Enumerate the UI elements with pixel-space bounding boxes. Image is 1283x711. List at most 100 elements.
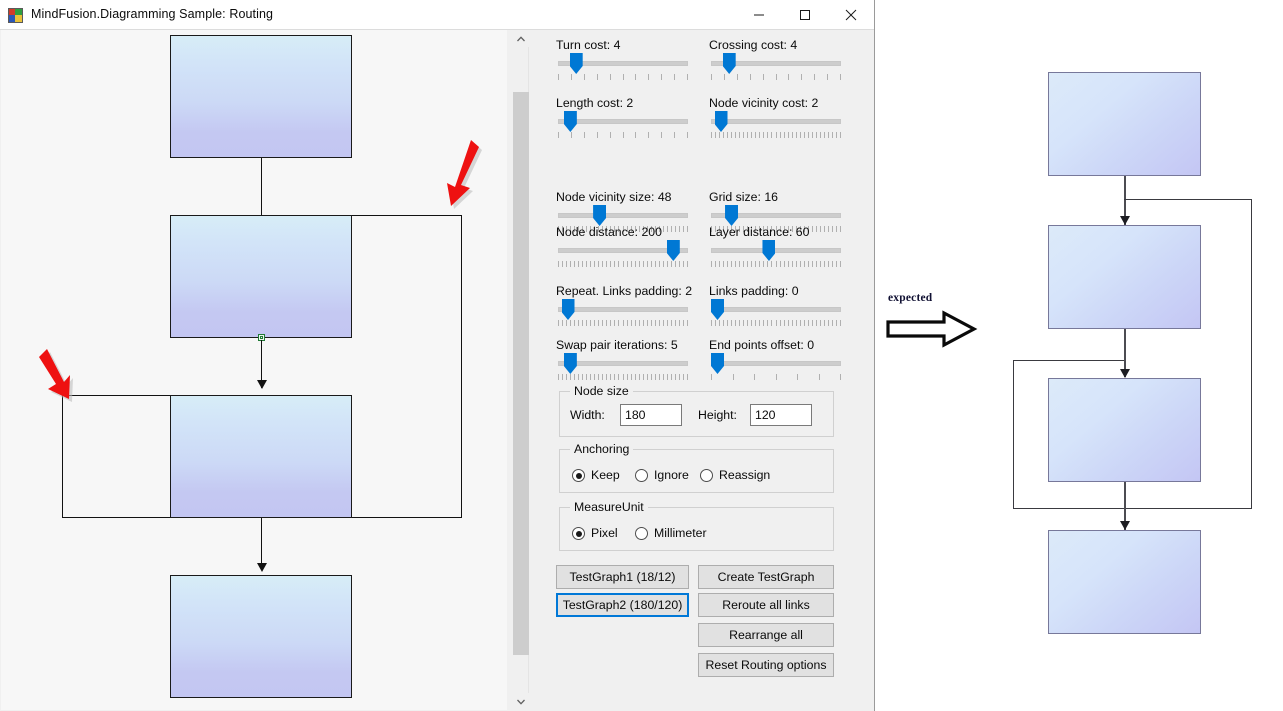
slider-label: Swap pair iterations: 5 xyxy=(556,338,678,352)
slider-thumb[interactable] xyxy=(762,240,776,261)
title-bar: MindFusion.Diagramming Sample: Routing xyxy=(0,0,874,30)
screen-root: MindFusion.Diagramming Sample: Routing T… xyxy=(0,0,1283,711)
radio-label: Reassign xyxy=(719,468,771,482)
slider-thumb[interactable] xyxy=(569,53,583,74)
radio-mark-icon xyxy=(635,527,648,540)
expected-link-routed xyxy=(1251,199,1252,509)
node-size-title: Node size xyxy=(570,384,633,398)
link-arrowhead xyxy=(257,380,267,389)
panel-scrollbar[interactable] xyxy=(512,30,529,710)
slider-thumb[interactable] xyxy=(714,111,728,132)
slider-ticks xyxy=(711,261,841,267)
slider-thumb[interactable] xyxy=(563,353,577,374)
slider-track[interactable] xyxy=(711,248,841,253)
slider-label: Links padding: 0 xyxy=(709,284,799,298)
slider-label: Turn cost: 4 xyxy=(556,38,621,52)
slider-ticks xyxy=(711,374,841,380)
slider-ticks xyxy=(558,374,688,380)
anchoring-title: Anchoring xyxy=(570,442,634,456)
panel-body: Turn cost: 4 Crossing cost: 4 Length cos… xyxy=(529,30,874,710)
slider-track[interactable] xyxy=(558,213,688,218)
expected-link-arrowhead xyxy=(1120,216,1130,225)
slider-thumb[interactable] xyxy=(711,299,724,320)
node-size-groupbox: Node size Width: Height: xyxy=(559,384,834,437)
height-input[interactable] xyxy=(750,404,812,426)
window-title: MindFusion.Diagramming Sample: Routing xyxy=(31,7,274,21)
slider-ticks xyxy=(558,320,688,326)
diagram-node[interactable] xyxy=(170,35,352,158)
routing-options-panel: Turn cost: 4 Crossing cost: 4 Length cos… xyxy=(512,30,874,710)
expected-arrow-icon xyxy=(886,310,978,353)
routing-diagram-canvas[interactable] xyxy=(1,30,507,710)
expected-reference-area: expected xyxy=(876,0,1283,711)
diagram-node[interactable] xyxy=(170,215,352,338)
reset-routing-options-button[interactable]: Reset Routing options xyxy=(698,653,834,677)
radio-mark-icon xyxy=(635,469,648,482)
scroll-thumb[interactable] xyxy=(513,92,529,655)
slider-label: Layer distance: 60 xyxy=(709,225,810,239)
app-icon xyxy=(8,8,23,23)
expected-link-arrowhead xyxy=(1120,521,1130,530)
testgraph2-button[interactable]: TestGraph2 (180/120) xyxy=(556,593,689,617)
radio-label: Ignore xyxy=(654,468,689,482)
slider-thumb[interactable] xyxy=(722,53,736,74)
diagram-link-routed[interactable] xyxy=(461,215,462,517)
rearrange-all-button[interactable]: Rearrange all xyxy=(698,623,834,647)
slider-track[interactable] xyxy=(558,119,688,124)
radio-mark-icon xyxy=(572,527,585,540)
testgraph1-button[interactable]: TestGraph1 (18/12) xyxy=(556,565,689,589)
slider-label: Length cost: 2 xyxy=(556,96,634,110)
slider-thumb[interactable] xyxy=(593,205,607,226)
expected-label: expected xyxy=(888,292,933,304)
red-arrow-top xyxy=(438,135,488,220)
measure-unit-title: MeasureUnit xyxy=(570,500,648,514)
height-label: Height: xyxy=(698,408,737,422)
slider-ticks xyxy=(711,74,841,80)
expected-link-arrowhead xyxy=(1120,369,1130,378)
slider-thumb[interactable] xyxy=(561,299,575,320)
minimize-icon xyxy=(754,14,764,15)
slider-label: Grid size: 16 xyxy=(709,190,779,204)
slider-thumb[interactable] xyxy=(725,205,739,226)
slider-track[interactable] xyxy=(558,307,688,312)
slider-label: End points offset: 0 xyxy=(709,338,815,352)
link-arrowhead xyxy=(257,563,267,572)
width-label: Width: xyxy=(570,408,605,422)
slider-track[interactable] xyxy=(711,307,841,312)
chevron-down-icon xyxy=(516,699,525,705)
expected-link-routed xyxy=(1013,360,1014,509)
slider-ticks xyxy=(558,74,688,80)
slider-track[interactable] xyxy=(711,361,841,366)
expected-node xyxy=(1048,378,1201,482)
slider-label: Node distance: 200 xyxy=(556,225,662,239)
red-arrow-left xyxy=(29,335,79,415)
anchoring-groupbox: Anchoring Keep Ignore Reassign xyxy=(559,442,834,493)
reroute-all-links-button[interactable]: Reroute all links xyxy=(698,593,834,617)
expected-node xyxy=(1048,225,1201,329)
create-testgraph-button[interactable]: Create TestGraph xyxy=(698,565,834,589)
close-icon xyxy=(845,9,857,20)
slider-label: Node vicinity size: 48 xyxy=(556,190,672,204)
scroll-down-button[interactable] xyxy=(512,693,529,710)
diagram-node[interactable] xyxy=(170,575,352,698)
radio-mark-icon xyxy=(700,469,713,482)
width-input[interactable] xyxy=(620,404,682,426)
scroll-up-button[interactable] xyxy=(512,30,529,47)
slider-ticks xyxy=(711,132,841,138)
radio-label: Millimeter xyxy=(654,526,707,540)
slider-label: Node vicinity cost: 2 xyxy=(709,96,819,110)
maximize-button[interactable] xyxy=(782,0,828,29)
expected-link-routed xyxy=(1013,508,1252,509)
close-button[interactable] xyxy=(828,0,874,29)
slider-track[interactable] xyxy=(558,361,688,366)
slider-thumb[interactable] xyxy=(711,353,724,374)
slider-thumb[interactable] xyxy=(666,240,680,261)
application-window: MindFusion.Diagramming Sample: Routing T… xyxy=(0,0,875,711)
radio-mark-icon xyxy=(572,469,585,482)
diagram-node[interactable] xyxy=(170,395,352,518)
slider-thumb[interactable] xyxy=(563,111,577,132)
expected-link-routed xyxy=(1124,199,1252,200)
slider-track[interactable] xyxy=(711,119,841,124)
chevron-up-icon xyxy=(516,35,525,41)
minimize-button[interactable] xyxy=(736,0,782,29)
